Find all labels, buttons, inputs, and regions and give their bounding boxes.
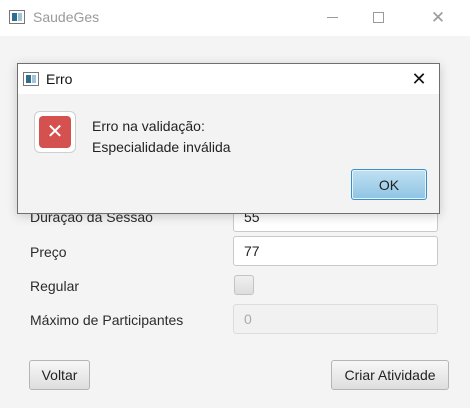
maximize-icon — [372, 11, 384, 23]
dialog-message-line2: Especialidade inválida — [92, 139, 231, 155]
dialog-close-button[interactable]: ✕ — [406, 66, 432, 92]
close-window-button[interactable]: ✕ — [415, 0, 461, 34]
regular-checkbox[interactable] — [234, 275, 254, 295]
error-icon-frame: ✕ — [34, 111, 76, 153]
maximo-input[interactable] — [233, 304, 438, 334]
error-icon: ✕ — [39, 116, 71, 148]
window-title: SaudeGes — [33, 9, 100, 25]
close-icon: ✕ — [411, 68, 427, 89]
preco-label: Preço — [30, 244, 67, 260]
maximo-label: Máximo de Participantes — [30, 312, 184, 328]
dialog-message-line1: Erro na validação: — [92, 118, 205, 134]
ok-button[interactable]: OK — [351, 169, 427, 200]
app-window-icon — [9, 10, 25, 24]
dialog-window-icon — [23, 72, 39, 86]
criar-atividade-button[interactable]: Criar Atividade — [331, 360, 449, 390]
minimize-icon — [326, 17, 338, 18]
dialog-titlebar: Erro ✕ — [18, 64, 439, 94]
close-icon: ✕ — [430, 7, 446, 27]
voltar-button[interactable]: Voltar — [29, 360, 90, 390]
minimize-button[interactable] — [309, 0, 355, 34]
maximize-button[interactable] — [355, 0, 401, 34]
regular-label: Regular — [30, 278, 80, 294]
preco-input[interactable] — [233, 236, 438, 266]
error-dialog: Erro ✕ ✕ Erro na validação: Especialidad… — [17, 63, 440, 214]
main-titlebar: SaudeGes ✕ — [0, 0, 470, 36]
dialog-title: Erro — [46, 71, 73, 87]
